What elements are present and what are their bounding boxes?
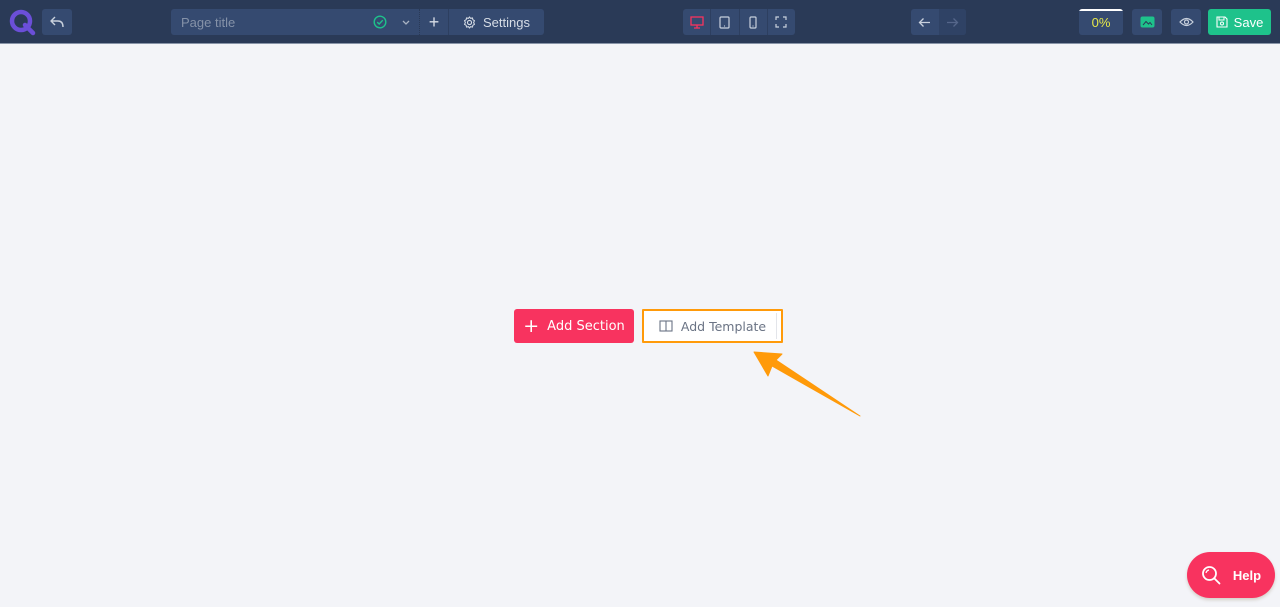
history-controls (911, 9, 966, 35)
arrow-left-icon (918, 17, 931, 27)
add-page-button[interactable]: + (420, 9, 449, 35)
search-icon (1202, 566, 1221, 585)
device-switcher (683, 9, 795, 35)
undo-button[interactable] (911, 9, 939, 35)
help-label: Help (1232, 567, 1262, 583)
tablet-icon (719, 15, 730, 29)
page-title-input[interactable] (171, 9, 368, 35)
divider (776, 313, 777, 339)
plus-icon: + (428, 11, 440, 32)
page-dropdown-button[interactable] (392, 9, 420, 35)
settings-label: Settings (483, 14, 530, 30)
save-button[interactable]: Save (1208, 9, 1271, 35)
plus-icon: + (523, 314, 540, 337)
help-button[interactable]: Help (1187, 552, 1275, 598)
arrow-right-icon (946, 17, 959, 27)
mobile-icon (749, 15, 757, 29)
add-section-button[interactable]: + Add Section (514, 309, 634, 343)
page-title-group: + Settings (171, 9, 544, 35)
progress-bar (1079, 9, 1123, 11)
fullscreen-icon (775, 16, 787, 28)
fullscreen-button[interactable] (768, 9, 795, 35)
preview-button[interactable] (1171, 9, 1201, 35)
redo-button[interactable] (938, 9, 966, 35)
chevron-down-icon (402, 20, 409, 25)
book-open-icon (659, 320, 673, 332)
device-mobile-button[interactable] (740, 9, 768, 35)
annotation-arrow (753, 351, 861, 417)
progress-label: 0% (1091, 14, 1111, 30)
image-icon (1140, 16, 1154, 28)
check-circle-icon (373, 15, 387, 29)
add-section-label: Add Section (547, 318, 625, 334)
top-toolbar: + Settings (0, 0, 1280, 44)
gear-icon (463, 15, 476, 29)
device-tablet-button[interactable] (711, 9, 740, 35)
title-status (368, 9, 392, 35)
media-button[interactable] (1132, 9, 1162, 35)
add-template-label: Add Template (680, 318, 767, 334)
device-desktop-button[interactable] (683, 9, 712, 35)
save-label: Save (1233, 14, 1264, 30)
q-logo-icon[interactable] (8, 8, 36, 36)
settings-button[interactable]: Settings (449, 9, 544, 35)
progress-indicator: 0% (1079, 9, 1123, 35)
eye-icon (1178, 17, 1194, 27)
desktop-icon (689, 15, 704, 29)
reply-arrow-icon (50, 16, 64, 28)
floppy-disk-icon (1216, 16, 1228, 28)
back-button[interactable] (42, 9, 72, 35)
add-template-button[interactable]: Add Template (642, 309, 783, 343)
